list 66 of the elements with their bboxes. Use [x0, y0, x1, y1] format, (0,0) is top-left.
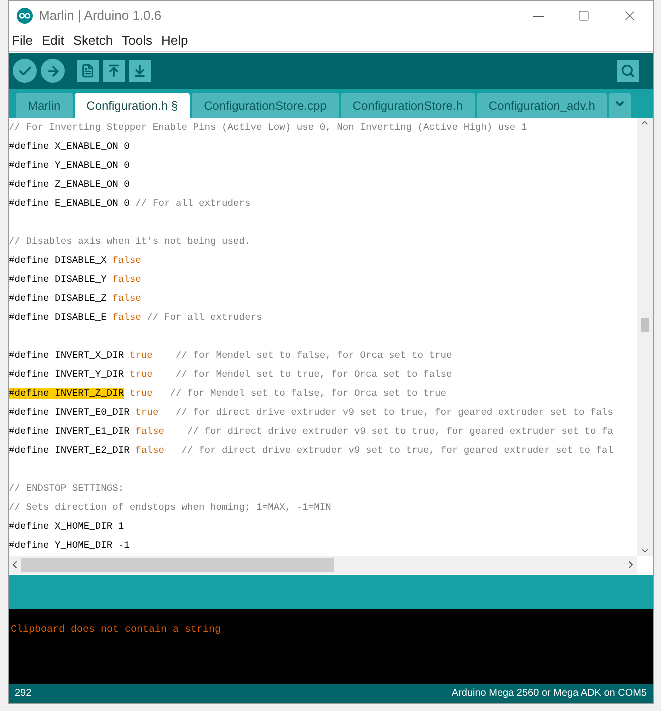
code-text: #define Y_ENABLE_ON 0 — [9, 160, 130, 171]
code-comment: // for Mendel set to false, for Orca set to true — [169, 388, 447, 399]
serial-monitor-button[interactable] — [617, 60, 639, 82]
menu-item[interactable]: Help — [161, 31, 188, 51]
code-comment: // for direct drive extruder v9 set to true, for geared extruder set to fals — [174, 407, 614, 418]
arrow-right-icon — [46, 64, 60, 78]
console-message: Clipboard does not contain a string — [11, 625, 222, 636]
code-text: #define Y_HOME_DIR -1 — [9, 540, 130, 551]
code-comment: // Sets direction of endstops when homing; 1=MAX, -1=MIN — [9, 502, 332, 513]
save-button[interactable] — [129, 60, 151, 82]
code-comment: // for direct drive extruder v9 set to true, for geared extruder set to fal — [180, 445, 614, 456]
line-number: 292 — [15, 687, 32, 701]
code-comment: // For all extruders — [136, 198, 251, 209]
maximize-icon — [578, 10, 590, 22]
arrow-up-icon — [107, 64, 121, 78]
menu-item[interactable]: Tools — [122, 31, 152, 51]
code-text: #define DISABLE_Z — [9, 293, 108, 304]
board-info: Arduino Mega 2560 or Mega ADK on COM5 — [452, 687, 647, 701]
highlighted-text: #define INVERT_Z_DIR — [9, 388, 124, 399]
code-comment: // for Mendel set to false, for Orca set to true — [174, 350, 452, 361]
value-keyword: true — [136, 407, 159, 418]
value-keyword: false — [112, 293, 142, 304]
verify-button[interactable] — [13, 59, 37, 83]
value-keyword: false — [136, 426, 164, 437]
new-button[interactable] — [77, 60, 99, 82]
value-keyword: true — [130, 369, 153, 380]
code-comment: // for Mendel set to true, for Orca set to false — [174, 369, 452, 380]
value-keyword: true — [128, 388, 153, 399]
file-tab[interactable]: Configuration.h § — [74, 93, 190, 118]
code-comment: // For Inverting Stepper Enable Pins (Active Low) use 0, Non Inverting (Active High) use 1 — [9, 122, 528, 133]
code-text: #define DISABLE_E — [9, 312, 108, 323]
value-keyword: false — [112, 312, 142, 323]
code-text: #define DISABLE_X — [9, 255, 108, 266]
value-keyword: false — [112, 274, 142, 285]
menu-item[interactable]: Sketch — [73, 31, 114, 51]
code-text: #define X_HOME_DIR 1 — [9, 521, 124, 532]
code-text: #define INVERT_E0_DIR — [9, 407, 131, 418]
code-text: #define Z_ENABLE_ON 0 — [9, 179, 130, 190]
code-text: #define INVERT_E1_DIR — [9, 426, 131, 437]
value-keyword: false — [112, 255, 142, 266]
value-keyword: true — [130, 350, 153, 361]
code-text: #define E_ENABLE_ON 0 — [9, 198, 131, 209]
document-icon — [81, 64, 95, 78]
window-title: Marlin | Arduino 1.0.6 — [39, 7, 162, 26]
upload-button[interactable] — [41, 59, 65, 83]
scroll-thumb[interactable] — [641, 318, 649, 332]
code-text: #define INVERT_X_DIR — [9, 350, 126, 361]
menu-item[interactable]: File — [12, 31, 33, 51]
open-button[interactable] — [103, 60, 125, 82]
tab-menu-button[interactable] — [609, 93, 632, 118]
arrow-down-icon — [133, 64, 147, 78]
code-text: #define INVERT_E2_DIR — [9, 445, 131, 456]
code-comment: // ENDSTOP SETTINGS: — [9, 483, 124, 494]
code-comment: // For all extruders — [146, 312, 262, 323]
infinity-logo-icon — [17, 8, 33, 24]
search-icon — [621, 64, 635, 78]
code-comment: // Disables axis when it's not being used. — [9, 236, 251, 247]
code-text: #define X_ENABLE_ON 0 — [9, 141, 130, 152]
horizontal-scrollbar[interactable] — [9, 556, 637, 574]
scroll-thumb[interactable] — [21, 558, 334, 572]
menu-item[interactable]: Edit — [42, 31, 64, 51]
code-comment: // for direct drive extruder v9 set to true, for geared extruder set to fa — [186, 426, 614, 437]
vertical-scrollbar[interactable] — [637, 118, 653, 556]
value-keyword: false — [136, 445, 164, 456]
code-text: #define DISABLE_Y — [9, 274, 108, 285]
code-text: #define INVERT_Y_DIR — [9, 369, 126, 380]
